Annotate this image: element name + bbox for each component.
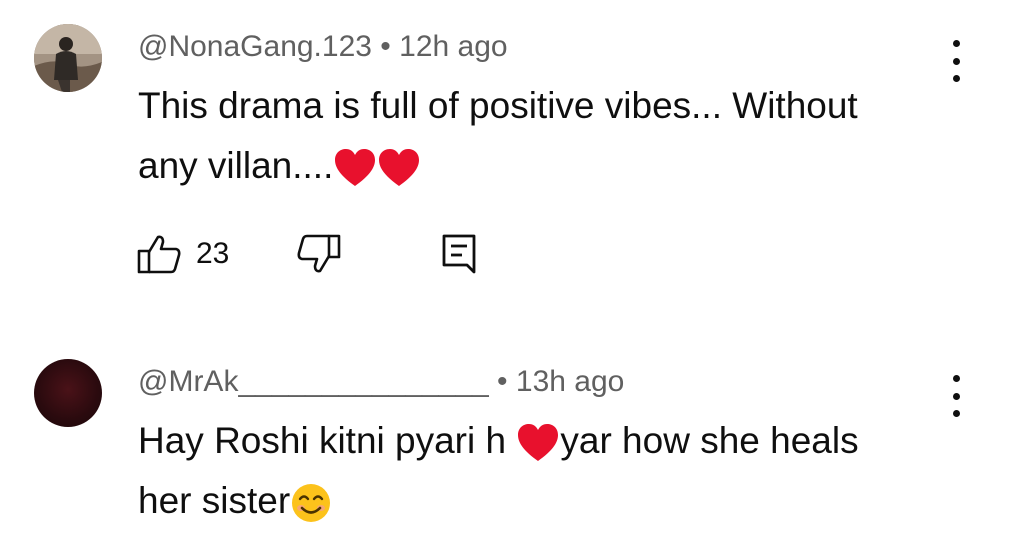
more-options-button[interactable] [942, 40, 970, 82]
reply-button[interactable] [440, 232, 480, 276]
comment-text-part: Hay Roshi kitni pyari h [138, 420, 517, 461]
more-vert-icon [952, 57, 960, 65]
red-heart-emoji [518, 424, 559, 462]
more-vert-icon [952, 75, 960, 82]
author-name[interactable]: @NonaGang.123 [138, 30, 372, 63]
comment-time[interactable]: 13h ago [516, 365, 624, 398]
author-name[interactable]: @MrAk_______________ [138, 365, 489, 398]
comment-time[interactable]: 12h ago [399, 30, 507, 63]
thumbs-down-icon [297, 234, 341, 273]
reply-icon [442, 234, 476, 274]
smiling-face-emoji [292, 484, 331, 523]
meta-separator: • [488, 365, 516, 398]
comment-text: Hay Roshi kitni pyari h yar how she heal… [138, 411, 938, 531]
avatar[interactable] [34, 359, 102, 427]
avatar[interactable] [34, 24, 102, 92]
like-count: 23 [196, 237, 230, 270]
more-vert-icon [952, 375, 960, 382]
comment-text-part: yar how she heals [560, 420, 859, 461]
more-vert-icon [952, 410, 960, 417]
red-heart-emoji [379, 149, 420, 187]
red-heart-emoji [335, 149, 376, 187]
comment-item: @NonaGang.123 • 12h ago This drama is fu… [0, 0, 1024, 300]
meta-separator: • [371, 30, 400, 63]
thumbs-up-icon [137, 235, 181, 274]
comment-meta: @NonaGang.123 • 12h ago [138, 30, 508, 64]
more-options-button[interactable] [942, 375, 970, 417]
more-vert-icon [952, 40, 960, 47]
more-vert-icon [952, 392, 960, 400]
comment-item: @MrAk_______________ • 13h ago Hay Roshi… [0, 335, 1024, 535]
comment-text-line: her sister [138, 480, 291, 521]
comment-text: This drama is full of positive vibes... … [138, 76, 938, 196]
like-button[interactable]: 23 [136, 232, 229, 276]
comment-meta: @MrAk_______________ • 13h ago [138, 365, 624, 399]
comment-text-line: any villan.... [138, 145, 334, 186]
dislike-button[interactable] [296, 232, 342, 276]
comment-text-line: This drama is full of positive vibes... … [138, 85, 858, 126]
